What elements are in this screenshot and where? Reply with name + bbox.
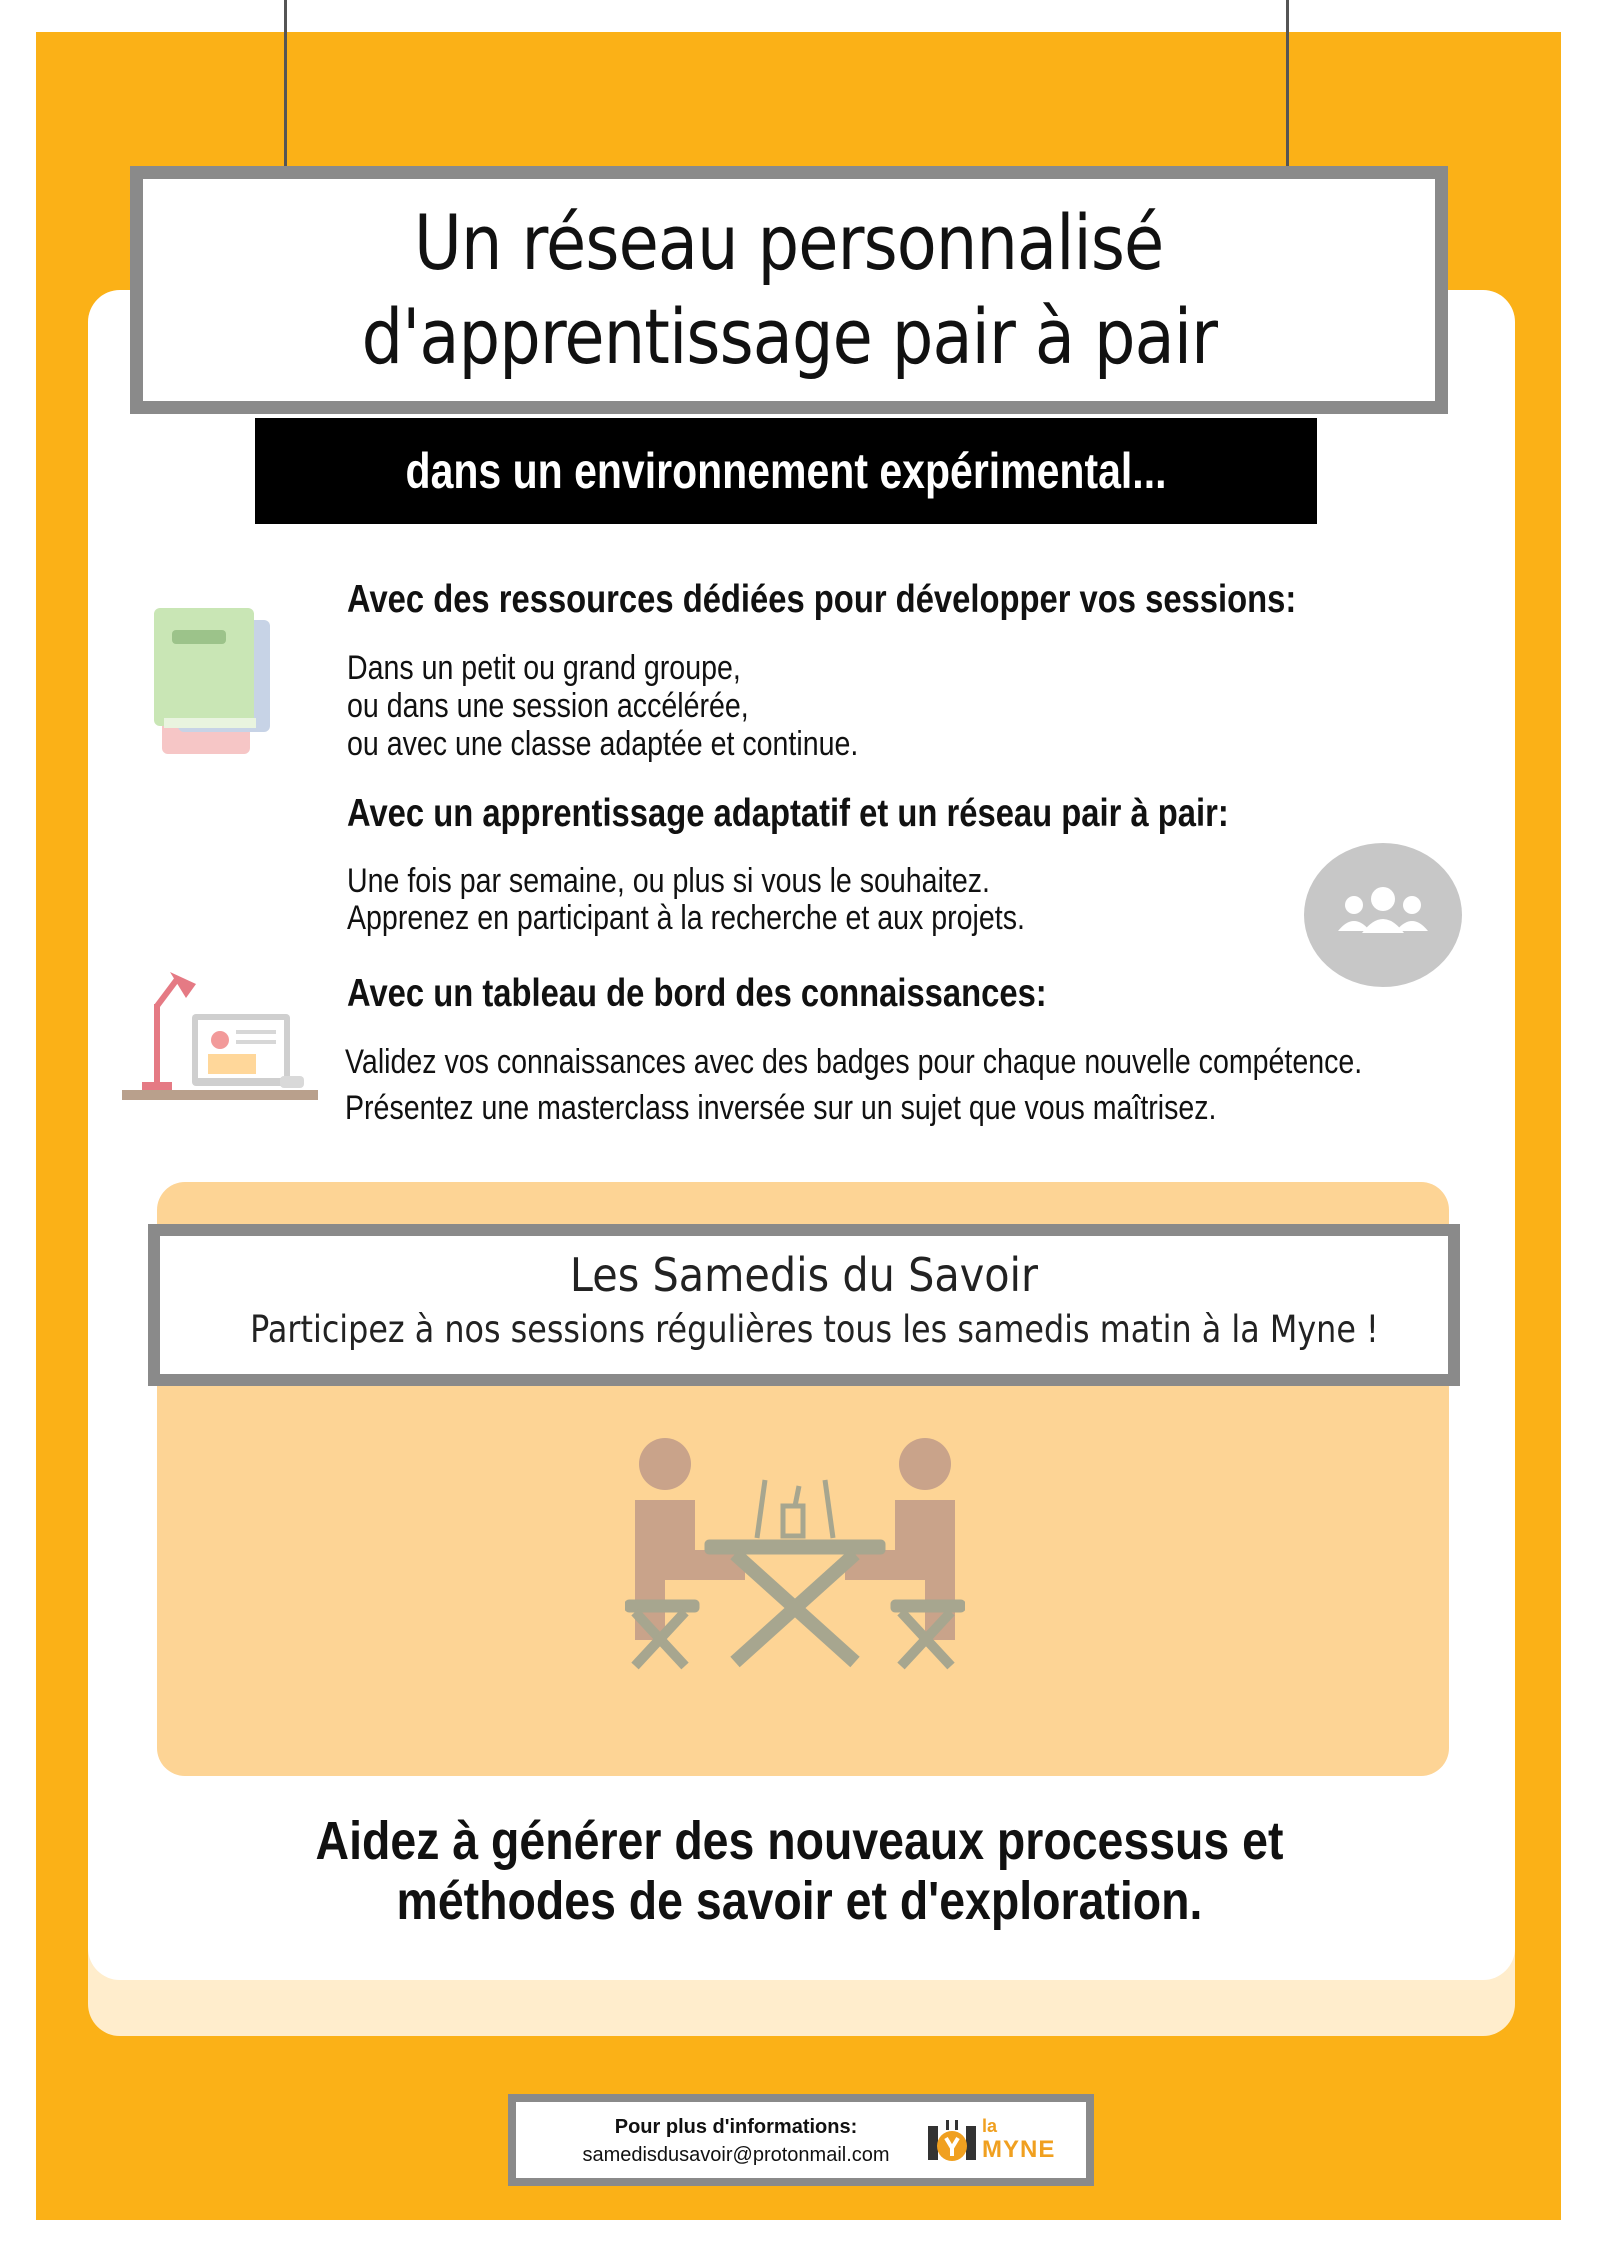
hanging-string-left: [284, 0, 287, 168]
section-2-line-2: Apprenez en participant à la recherche e…: [347, 899, 1025, 937]
section-2-heading: Avec un apprentissage adaptatif et un ré…: [347, 792, 1229, 835]
title-line-1: Un réseau personnalisé: [414, 198, 1164, 287]
samedis-subtitle: Participez à nos sessions régulières tou…: [250, 1308, 1379, 1351]
books-icon: [154, 608, 270, 754]
footer-contact-box: Pour plus d'informations: samedisdusavoi…: [508, 2094, 1094, 2186]
section-3-heading: Avec un tableau de bord des connaissance…: [347, 972, 1047, 1015]
section-1-line-2: ou dans une session accélérée,: [347, 687, 749, 725]
desk-lamp-icon: [122, 972, 318, 1100]
myne-logo-icon: [928, 2120, 976, 2161]
group-icon: [1304, 843, 1462, 987]
section-3-line-2: Présentez une masterclass inversée sur u…: [345, 1089, 1217, 1127]
section-1-line-3: ou avec une classe adaptée et continue.: [347, 725, 859, 763]
title-line-2: d'apprentissage pair à pair: [361, 292, 1217, 381]
hanging-string-right: [1286, 0, 1289, 168]
people-at-table-icon: [625, 1438, 965, 1670]
samedis-frame: Les Samedis du Savoir Participez à nos s…: [148, 1224, 1460, 1386]
section-3-line-1: Validez vos connaissances avec des badge…: [345, 1043, 1363, 1081]
logo-la-text: la: [982, 2116, 998, 2136]
call-to-action-line-2: méthodes de savoir et d'exploration.: [396, 1871, 1203, 1931]
samedis-title: Les Samedis du Savoir: [569, 1248, 1039, 1302]
section-1-heading: Avec des ressources dédiées pour dévelop…: [347, 578, 1297, 621]
section-1-line-1: Dans un petit ou grand groupe,: [347, 649, 741, 687]
footer-label: Pour plus d'informations:: [614, 2116, 858, 2138]
logo-myne-text: MYNE: [982, 2136, 1056, 2163]
footer-email[interactable]: samedisdusavoir@protonmail.com: [546, 2144, 926, 2167]
title-frame: Un réseau personnalisé d'apprentissage p…: [130, 166, 1448, 414]
section-2-line-1: Une fois par semaine, ou plus si vous le…: [347, 862, 990, 900]
la-myne-logo: la MYNE: [926, 2112, 1076, 2174]
subtitle-bar: dans un environnement expérimental...: [255, 418, 1317, 524]
call-to-action-line-1: Aidez à générer des nouveaux processus e…: [315, 1811, 1284, 1871]
subtitle-text: dans un environnement expérimental...: [405, 443, 1167, 499]
